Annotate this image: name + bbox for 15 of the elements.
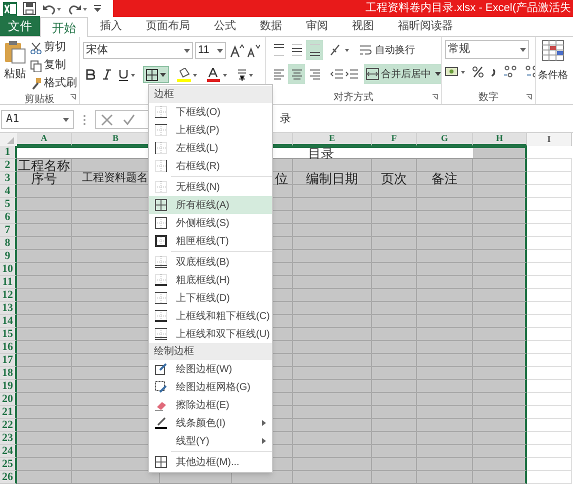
font-size: 11 (198, 43, 210, 58)
cell-text: 目录 (308, 146, 334, 159)
menu-section-header: 边框 (149, 86, 272, 103)
cell-text: 编制日期 (306, 172, 358, 184)
group-label: 对齐方式 (334, 90, 374, 104)
menu-section-header: 绘制边框 (149, 343, 272, 360)
cell-text: 页次 (381, 172, 407, 184)
window-title: 工程资料卷内目录.xlsx - Excel(产品激活失 (366, 0, 572, 16)
number-format: 常规 (448, 42, 470, 58)
formula-text: 录 (280, 112, 291, 128)
cell-text: 位 (275, 172, 288, 184)
group-label: 数字 (478, 90, 498, 104)
font-name: 宋体 (86, 42, 108, 58)
cell-reference: A1 (6, 111, 20, 128)
group-label: 剪贴板 (24, 92, 54, 104)
